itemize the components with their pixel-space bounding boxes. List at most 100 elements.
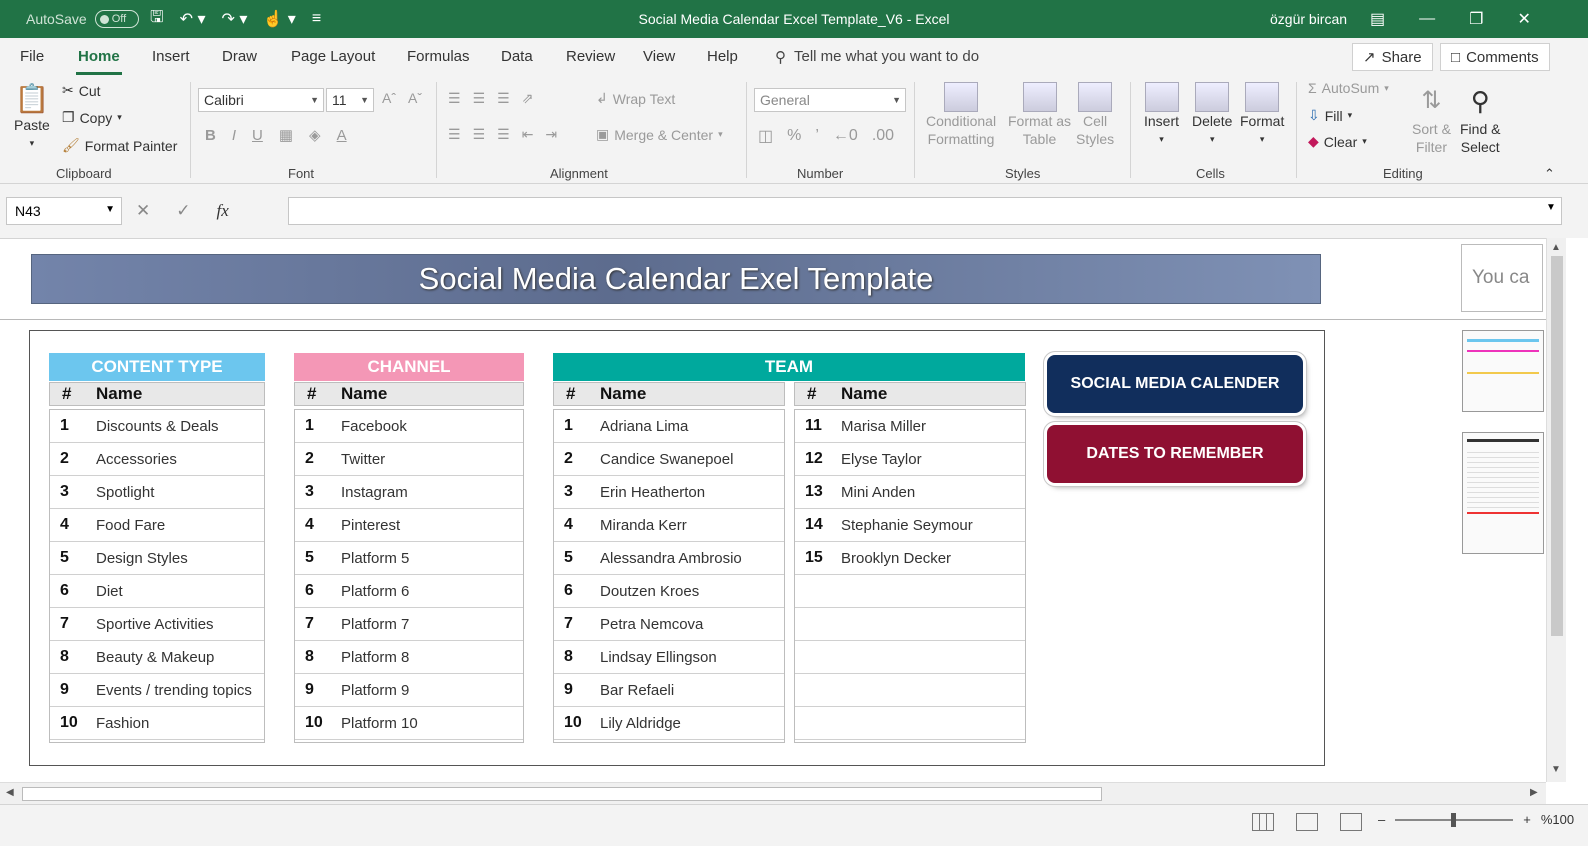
tell-me-search[interactable]: ⚲ Tell me what you want to do — [775, 48, 979, 66]
zoom-out-button[interactable]: – — [1378, 812, 1385, 827]
align-left-icon[interactable]: ☰ — [448, 126, 461, 143]
increase-decimal-icon[interactable]: ←0 — [833, 127, 858, 145]
list-item[interactable]: 6 Doutzen Kroes — [554, 575, 784, 608]
comments-button[interactable]: □ Comments — [1440, 43, 1550, 71]
list-item[interactable]: 8 Platform 8 — [295, 641, 523, 674]
list-item[interactable]: 10 Lily Aldridge — [554, 707, 784, 740]
scroll-left-icon[interactable]: ◀ — [6, 787, 14, 798]
autosave-control[interactable]: AutoSave Off — [26, 0, 139, 38]
insert-function-icon[interactable]: fx — [217, 201, 229, 221]
list-item[interactable]: 7 Sportive Activities — [50, 608, 264, 641]
autosum-button[interactable]: Σ AutoSum ▾ — [1308, 80, 1389, 96]
cell-styles-button[interactable]: Cell Styles — [1076, 82, 1114, 148]
list-item[interactable]: 5 Alessandra Ambrosio — [554, 542, 784, 575]
page-thumbnail-2[interactable] — [1462, 432, 1544, 554]
list-item[interactable]: 5 Platform 5 — [295, 542, 523, 575]
fill-button[interactable]: ⇩ Fill ▾ — [1308, 107, 1352, 124]
horizontal-scrollbar[interactable]: ◀ ▶ — [0, 782, 1546, 804]
italic-icon[interactable]: I — [232, 127, 236, 144]
user-name[interactable]: özgür bircan — [1270, 0, 1347, 38]
list-item[interactable]: 9 Platform 9 — [295, 674, 523, 707]
shrink-font-icon[interactable]: Aˇ — [408, 90, 422, 106]
cut-button[interactable]: ✂ Cut — [62, 82, 101, 99]
number-format-select[interactable]: General ▼ — [754, 88, 906, 112]
list-item[interactable] — [795, 641, 1025, 674]
align-top-icon[interactable]: ☰ — [448, 90, 461, 107]
normal-view-icon[interactable] — [1252, 813, 1274, 831]
underline-icon[interactable]: U — [252, 127, 263, 144]
list-item[interactable]: 10 Fashion — [50, 707, 264, 740]
format-painter-button[interactable]: 🖌 Format Painter — [62, 137, 177, 154]
decrease-indent-icon[interactable]: ⇤ — [522, 126, 534, 143]
expand-formula-icon[interactable]: ▼ — [1546, 202, 1556, 213]
page-thumbnail-1[interactable] — [1462, 330, 1544, 412]
redo-icon[interactable]: ↷ ▾ — [222, 9, 248, 29]
zoom-slider[interactable] — [1395, 812, 1514, 827]
page-layout-view-icon[interactable] — [1296, 813, 1318, 831]
scroll-up-icon[interactable]: ▲ — [1551, 242, 1561, 253]
list-item[interactable]: 11 Marisa Miller — [795, 410, 1025, 443]
touch-mode-icon[interactable]: ☝ ▾ — [263, 9, 295, 29]
list-item[interactable]: 6 Platform 6 — [295, 575, 523, 608]
scroll-right-icon[interactable]: ▶ — [1530, 787, 1538, 798]
fill-color-icon[interactable]: ◈ — [309, 126, 321, 144]
list-item[interactable]: 1 Discounts & Deals — [50, 410, 264, 443]
merge-center-button[interactable]: ▣ Merge & Center ▾ — [596, 126, 723, 143]
list-item[interactable]: 15 Brooklyn Decker — [795, 542, 1025, 575]
autosave-toggle[interactable]: Off — [94, 10, 139, 28]
font-size-select[interactable]: 11 ▼ — [326, 88, 374, 112]
format-as-table-button[interactable]: Format as Table — [1008, 82, 1071, 148]
tab-insert[interactable]: Insert — [152, 48, 190, 65]
list-item[interactable]: 12 Elyse Taylor — [795, 443, 1025, 476]
comma-icon[interactable]: ’ — [815, 127, 819, 145]
formula-input[interactable] — [288, 197, 1562, 225]
tab-draw[interactable]: Draw — [222, 48, 257, 65]
vertical-scrollbar[interactable]: ▲ ▼ — [1546, 238, 1566, 782]
tab-data[interactable]: Data — [501, 48, 533, 65]
tab-formulas[interactable]: Formulas — [407, 48, 470, 65]
page-break-view-icon[interactable] — [1340, 813, 1362, 831]
format-cells-button[interactable]: Format ▾ — [1240, 82, 1284, 148]
list-item[interactable]: 3 Erin Heatherton — [554, 476, 784, 509]
social-media-calendar-button[interactable]: SOCIAL MEDIA CALENDER — [1047, 355, 1303, 413]
list-item[interactable]: 7 Platform 7 — [295, 608, 523, 641]
list-item[interactable] — [795, 608, 1025, 641]
tab-page-layout[interactable]: Page Layout — [291, 48, 375, 65]
borders-icon[interactable]: ▦ — [279, 126, 293, 144]
tab-review[interactable]: Review — [566, 48, 615, 65]
tab-home[interactable]: Home — [76, 48, 122, 75]
decrease-decimal-icon[interactable]: .00 — [872, 127, 894, 145]
list-item[interactable]: 2 Accessories — [50, 443, 264, 476]
font-color-icon[interactable]: A — [337, 127, 347, 144]
list-item[interactable]: 4 Food Fare — [50, 509, 264, 542]
customize-qat-icon[interactable]: ≡ — [312, 10, 321, 28]
horizontal-scroll-thumb[interactable] — [22, 787, 1102, 801]
confirm-entry-icon[interactable]: ✓ — [176, 201, 190, 221]
scroll-down-icon[interactable]: ▼ — [1551, 764, 1561, 775]
list-item[interactable]: 3 Instagram — [295, 476, 523, 509]
restore-icon[interactable]: ❐ — [1469, 9, 1483, 29]
list-item[interactable]: 4 Pinterest — [295, 509, 523, 542]
save-icon[interactable]: 🖫 — [150, 6, 164, 33]
align-middle-icon[interactable]: ☰ — [473, 90, 486, 107]
conditional-formatting-button[interactable]: Conditional Formatting — [926, 82, 996, 148]
delete-cells-button[interactable]: Delete ▾ — [1192, 82, 1232, 148]
ribbon-display-icon[interactable]: ▤ — [1370, 9, 1385, 29]
name-box[interactable]: N43 ▼ — [6, 197, 122, 225]
list-item[interactable] — [795, 674, 1025, 707]
clear-button[interactable]: ◆ Clear ▾ — [1308, 133, 1367, 150]
percent-icon[interactable]: % — [787, 127, 801, 145]
insert-cells-button[interactable]: Insert ▾ — [1144, 82, 1179, 148]
find-select-button[interactable]: ⚲ Find & Select — [1460, 82, 1500, 156]
list-item[interactable]: 13 Mini Anden — [795, 476, 1025, 509]
copy-button[interactable]: ❐ Copy ▾ — [62, 109, 122, 126]
worksheet[interactable]: Social Media Calendar Exel Template CONT… — [0, 238, 1546, 782]
font-name-select[interactable]: Calibri ▼ — [198, 88, 324, 112]
tab-view[interactable]: View — [643, 48, 675, 65]
list-item[interactable]: 5 Design Styles — [50, 542, 264, 575]
align-right-icon[interactable]: ☰ — [497, 126, 510, 143]
grow-font-icon[interactable]: Aˆ — [382, 90, 396, 106]
dates-to-remember-button[interactable]: DATES TO REMEMBER — [1047, 425, 1303, 483]
list-item[interactable]: 14 Stephanie Seymour — [795, 509, 1025, 542]
cancel-entry-icon[interactable]: ✕ — [136, 201, 150, 221]
